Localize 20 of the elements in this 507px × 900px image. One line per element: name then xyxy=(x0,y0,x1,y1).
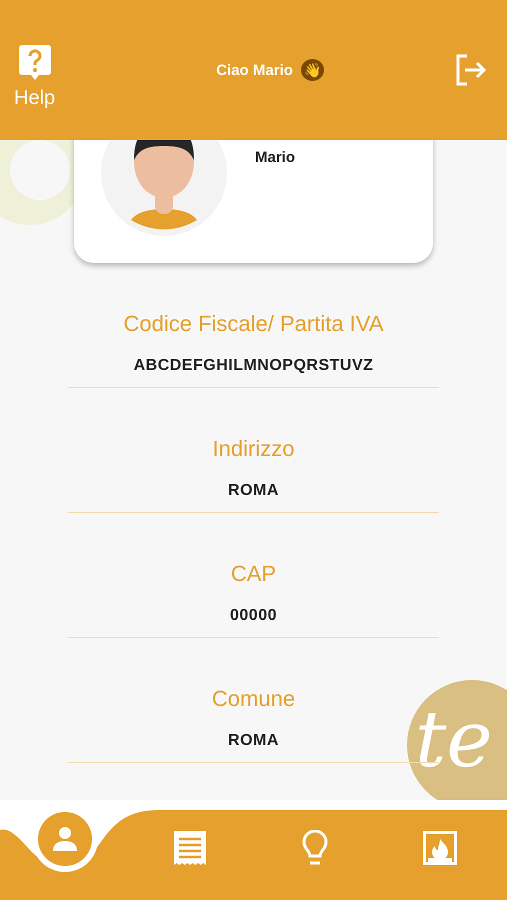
logout-button[interactable] xyxy=(454,54,487,86)
field-label: Comune xyxy=(212,686,296,712)
receipt-icon xyxy=(174,831,206,865)
logout-icon xyxy=(454,54,487,86)
field-label: CAP xyxy=(230,561,276,587)
field-label: Codice Fiscale/ Partita IVA xyxy=(123,311,384,337)
help-button[interactable]: Help xyxy=(14,44,56,110)
field-label: Indirizzo xyxy=(212,436,294,462)
field-value: ROMA xyxy=(228,482,279,500)
greeting-text: Ciao Mario xyxy=(216,62,293,78)
field-value: ABCDEFGHILMNOPQRSTUVZ xyxy=(134,357,374,375)
fireplace-icon xyxy=(423,831,457,865)
field-value: 00000 xyxy=(230,607,277,625)
person-icon xyxy=(52,826,78,852)
wave-emoji: 👋 xyxy=(300,59,324,81)
lightbulb-icon xyxy=(302,830,328,866)
help-icon xyxy=(18,44,51,80)
profile-tab[interactable] xyxy=(38,812,92,866)
profile-name: Mario xyxy=(255,149,296,166)
field-value: ROMA xyxy=(228,732,279,750)
